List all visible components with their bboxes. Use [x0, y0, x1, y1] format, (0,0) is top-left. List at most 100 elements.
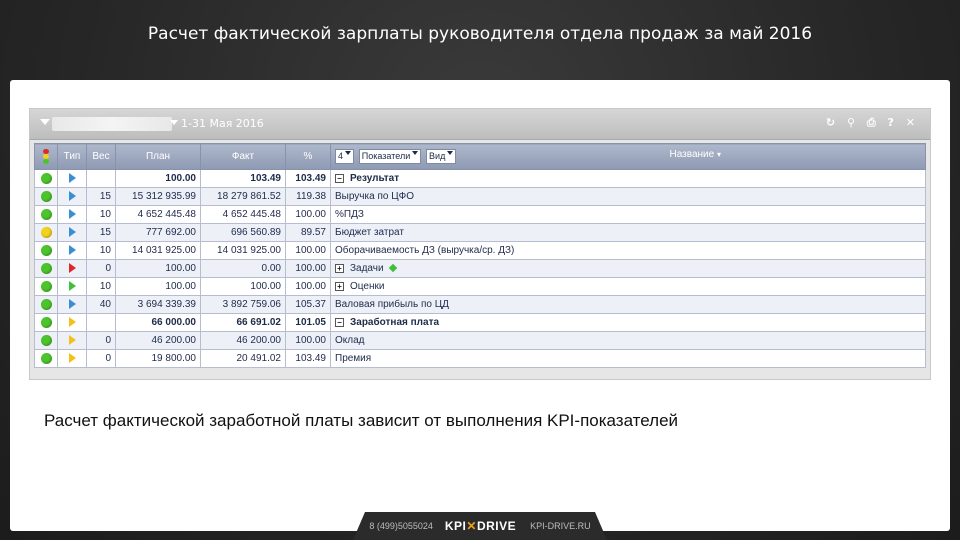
- footer-bar: 8 (499)5055024 KPI✕DRIVE KPI-DRIVE.RU: [353, 512, 607, 540]
- table-row[interactable]: 0 19 800.00 20 491.02 103.49 Премия: [34, 349, 926, 368]
- fact-cell: 20 491.02: [200, 349, 286, 368]
- collapse-icon[interactable]: −: [335, 317, 344, 327]
- name-cell[interactable]: − Заработная плата: [330, 313, 926, 332]
- footer-site[interactable]: KPI-DRIVE.RU: [530, 521, 591, 531]
- view-select[interactable]: Вид: [426, 149, 457, 164]
- table-row[interactable]: 10 100.00 100.00 100.00 + Оценки: [34, 277, 926, 296]
- refresh-icon[interactable]: ↻: [826, 116, 838, 129]
- name-cell[interactable]: Оклад: [330, 331, 926, 350]
- fact-cell: 103.49: [200, 169, 286, 188]
- plan-cell: 100.00: [115, 169, 201, 188]
- indicator-name: Оценки: [350, 281, 385, 292]
- indicator-name: Премия: [335, 353, 372, 364]
- status-cell: [34, 259, 58, 278]
- name-cell[interactable]: Премия: [330, 349, 926, 368]
- percent-column-header[interactable]: %: [285, 143, 331, 170]
- name-column-title[interactable]: Название ▾: [670, 149, 721, 160]
- plan-cell: 100.00: [115, 259, 201, 278]
- weight-cell: [86, 169, 116, 188]
- plan-cell: 66 000.00: [115, 313, 201, 332]
- name-cell[interactable]: + Оценки: [330, 277, 926, 296]
- status-cell: [34, 187, 58, 206]
- table-row[interactable]: 100.00 103.49 103.49− Результат: [34, 169, 926, 188]
- plan-cell: 14 031 925.00: [115, 241, 201, 260]
- collapse-arrow-icon[interactable]: [40, 119, 50, 125]
- percent-cell: 100.00: [285, 205, 331, 224]
- search-icon[interactable]: ⚲: [847, 116, 858, 129]
- weight-cell: 0: [86, 259, 116, 278]
- table-row[interactable]: 10 4 652 445.48 4 652 445.48 100.00 %ПДЗ: [34, 205, 926, 224]
- weight-cell: 0: [86, 331, 116, 350]
- table-row[interactable]: 40 3 694 339.39 3 892 759.06 105.37 Валовая …: [34, 295, 926, 314]
- table-row[interactable]: 15 15 312 935.99 18 279 861.52 119.38 Выручк…: [34, 187, 926, 206]
- percent-cell: 105.37: [285, 295, 331, 314]
- table-header-row: Тип Вес План Факт % 4 Показатели Вид Наз…: [34, 143, 926, 170]
- plan-cell: 46 200.00: [115, 331, 201, 350]
- name-cell[interactable]: Валовая прибыль по ЦД: [330, 295, 926, 314]
- help-icon[interactable]: ?: [888, 116, 897, 129]
- weight-cell: 15: [86, 187, 116, 206]
- indicator-name: Валовая прибыль по ЦД: [335, 299, 449, 310]
- percent-cell: 89.57: [285, 223, 331, 242]
- name-cell[interactable]: + Задачи: [330, 259, 926, 278]
- status-cell: [34, 295, 58, 314]
- fact-column-header[interactable]: Факт: [200, 143, 286, 170]
- table-row[interactable]: 15 777 692.00 696 560.89 89.57 Бюджет затрат: [34, 223, 926, 242]
- percent-cell: 100.00: [285, 259, 331, 278]
- chevron-down-icon[interactable]: [170, 120, 178, 125]
- status-indicator-icon: [40, 190, 52, 202]
- kpi-drive-logo: KPI✕DRIVE: [444, 519, 517, 533]
- table-row[interactable]: 10 14 031 925.00 14 031 925.00 100.00 Оборач…: [34, 241, 926, 260]
- kpi-widget: 1-31 Мая 2016 ↻ ⚲ ⎙ ? ✕ Тип Вес План Фак…: [29, 108, 931, 380]
- filter-select[interactable]: Показатели: [358, 149, 422, 164]
- status-cell: [34, 169, 58, 188]
- status-indicator-icon: [40, 334, 52, 346]
- type-column-header[interactable]: Тип: [57, 143, 87, 170]
- collapse-icon[interactable]: −: [335, 173, 344, 183]
- indicator-name: Выручка по ЦФО: [335, 191, 414, 202]
- plan-cell: 19 800.00: [115, 349, 201, 368]
- slide-title: Расчет фактической зарплаты руководителя…: [147, 24, 813, 44]
- name-cell[interactable]: Выручка по ЦФО: [330, 187, 926, 206]
- type-cell: [57, 205, 87, 224]
- status-cell: [34, 313, 58, 332]
- expand-icon[interactable]: +: [335, 281, 344, 291]
- table-row[interactable]: 0 46 200.00 46 200.00 100.00 Оклад: [34, 331, 926, 350]
- table-row[interactable]: 0 100.00 0.00 100.00 + Задачи: [34, 259, 926, 278]
- employee-selector[interactable]: [52, 117, 172, 131]
- percent-cell: 100.00: [285, 277, 331, 296]
- weight-cell: 15: [86, 223, 116, 242]
- type-cell: [57, 295, 87, 314]
- expand-icon[interactable]: +: [335, 263, 344, 273]
- status-cell: [34, 349, 58, 368]
- level-select[interactable]: 4: [335, 149, 355, 164]
- fact-cell: 66 691.02: [200, 313, 286, 332]
- weight-cell: 10: [86, 277, 116, 296]
- weight-column-header[interactable]: Вес: [86, 143, 116, 170]
- plan-column-header[interactable]: План: [115, 143, 201, 170]
- table-row[interactable]: 66 000.00 66 691.02 101.05− Заработная плат…: [34, 313, 926, 332]
- indicator-name: Оборачиваемость ДЗ (выручка/ср. ДЗ): [335, 245, 515, 256]
- period-label[interactable]: 1-31 Мая 2016: [181, 117, 264, 130]
- status-indicator-icon: [40, 226, 52, 238]
- type-flag-icon: [68, 299, 76, 310]
- chevron-down-icon: ▾: [716, 150, 721, 159]
- name-cell[interactable]: Бюджет затрат: [330, 223, 926, 242]
- indicator-name: Задачи: [350, 263, 384, 274]
- type-flag-icon: [68, 353, 76, 364]
- type-flag-icon: [68, 281, 76, 292]
- name-cell[interactable]: %ПДЗ: [330, 205, 926, 224]
- fact-cell: 4 652 445.48: [200, 205, 286, 224]
- print-icon[interactable]: ⎙: [867, 116, 879, 130]
- type-flag-icon: [68, 209, 76, 220]
- weight-cell: [86, 313, 116, 332]
- status-indicator-icon: [40, 298, 52, 310]
- name-cell[interactable]: Оборачиваемость ДЗ (выручка/ср. ДЗ): [330, 241, 926, 260]
- percent-cell: 100.00: [285, 331, 331, 350]
- plan-cell: 15 312 935.99: [115, 187, 201, 206]
- type-cell: [57, 277, 87, 296]
- close-icon[interactable]: ✕: [906, 116, 918, 129]
- status-indicator-icon: [40, 208, 52, 220]
- weight-cell: 40: [86, 295, 116, 314]
- name-cell[interactable]: − Результат: [330, 169, 926, 188]
